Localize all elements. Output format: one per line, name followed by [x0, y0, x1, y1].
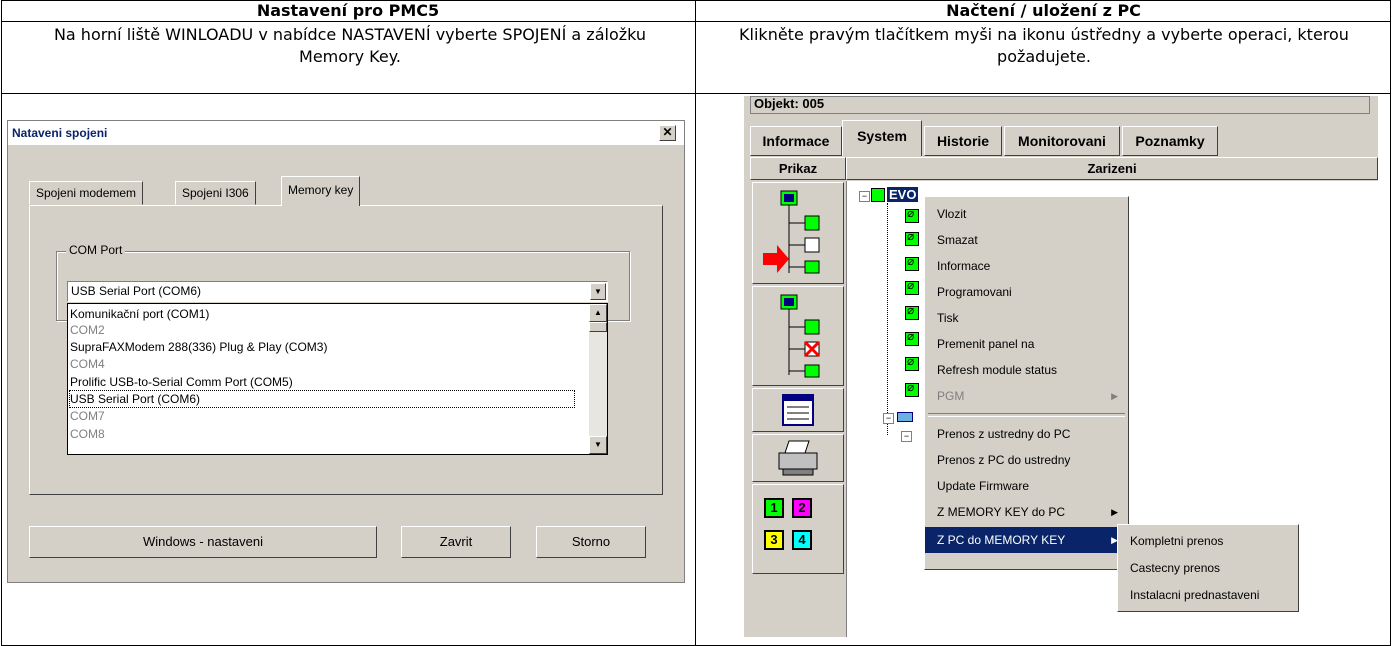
menu-item-smazat[interactable]: Smazat [925, 227, 1128, 253]
dialog-title: Nataveni spojeni [12, 126, 108, 140]
table-col-divider [695, 0, 696, 646]
menu-separator [928, 413, 1125, 417]
module-node-icon[interactable] [905, 354, 919, 371]
option-com4[interactable]: COM4 [70, 356, 105, 372]
winload-window: Objekt: 005 Informace System Historie Mo… [744, 96, 1378, 637]
module-node-icon[interactable] [905, 254, 919, 271]
com-port-label: COM Port [66, 243, 126, 257]
context-menu: Vlozit Smazat Informace Programovani Tis… [924, 196, 1129, 570]
dropdown-scrollbar[interactable]: ▲ ▼ [589, 304, 607, 454]
right-header: Načtení / uložení z PC [946, 1, 1141, 20]
com-port-dropdown-list: Komunikační port (COM1) COM2 SupraFAXMod… [67, 303, 608, 455]
document: Nastavení pro PMC5 Načtení / uložení z P… [0, 0, 1392, 646]
option-com6[interactable]: USB Serial Port (COM6) [69, 390, 575, 408]
module-node-icon[interactable] [905, 329, 919, 346]
left-header: Nastavení pro PMC5 [256, 1, 440, 20]
tab-memory-key[interactable]: Memory key [281, 176, 361, 206]
menu-item-upload-to-pc[interactable]: Prenos z ustredny do PC [925, 421, 1128, 447]
windows-settings-button[interactable]: Windows - nastaveni [29, 526, 377, 558]
menu-item-pgm[interactable]: PGM ▶ [925, 383, 1128, 409]
table-row-divider-1 [1, 21, 1391, 22]
close-button[interactable]: Zavrit [401, 526, 511, 558]
option-com3[interactable]: SupraFAXModem 288(336) Plug & Play (COM3… [70, 339, 327, 355]
submenu-item-partial[interactable]: Castecny prenos [1118, 555, 1298, 582]
module-node-icon[interactable] [905, 380, 919, 397]
scroll-thumb[interactable] [589, 322, 607, 332]
tree-expand-icon[interactable]: − [901, 431, 912, 442]
submenu-arrow-icon: ▶ [1111, 391, 1118, 401]
submenu-item-install-defaults[interactable]: Instalacni prednastaveni [1118, 582, 1298, 609]
submenu-arrow-icon: ▶ [1111, 507, 1118, 517]
close-icon[interactable]: ✕ [659, 125, 676, 141]
partition-2-button[interactable]: 2 [792, 498, 812, 518]
module-node-icon[interactable] [905, 278, 919, 295]
memory-key-submenu: Kompletni prenos Castecny prenos Instala… [1117, 524, 1299, 612]
menu-item-memory-key-to-pc[interactable]: Z MEMORY KEY do PC ▶ [925, 499, 1128, 525]
cancel-button[interactable]: Storno [536, 526, 646, 558]
delete-module-command-button[interactable] [752, 286, 844, 386]
menu-item-pc-to-memory-key[interactable]: Z PC do MEMORY KEY ▶ [925, 527, 1128, 553]
menu-item-change-panel[interactable]: Premenit panel na [925, 331, 1128, 357]
printer-icon [778, 440, 818, 476]
module-node-icon[interactable] [905, 303, 919, 320]
menu-item-refresh-status[interactable]: Refresh module status [925, 357, 1128, 383]
com-port-selected-value: USB Serial Port (COM6) [71, 284, 202, 298]
menu-item-pgm-label: PGM [937, 389, 965, 403]
tab-system[interactable]: System [842, 120, 922, 156]
dialog-titlebar[interactable]: Nataveni spojeni ✕ [8, 121, 684, 145]
right-description: Klikněte pravým tlačítkem myši na ikonu … [739, 25, 1349, 66]
tree-expand-icon[interactable]: − [859, 191, 870, 202]
transfer-icon [763, 190, 820, 274]
table-row-divider-2 [1, 93, 1391, 94]
command-column-header[interactable]: Prikaz [750, 157, 846, 180]
object-line: Objekt: 005 [750, 96, 1370, 114]
panel-node-icon[interactable] [871, 188, 885, 202]
partition-1-button[interactable]: 1 [764, 498, 784, 518]
menu-item-tisk[interactable]: Tisk [925, 305, 1128, 331]
module-node-icon[interactable] [905, 229, 919, 246]
tree-vertical-line [887, 203, 889, 435]
module-node-icon[interactable] [905, 206, 919, 223]
scroll-down-icon[interactable]: ▼ [589, 436, 607, 454]
option-com1[interactable]: Komunikační port (COM1) [70, 306, 209, 322]
menu-item-programovani[interactable]: Programovani [925, 279, 1128, 305]
command-toolbar: 1 2 3 4 [750, 181, 846, 637]
delete-module-icon [780, 294, 821, 378]
tab-monitorovani[interactable]: Monitorovani [1004, 126, 1120, 156]
partition-3-button[interactable]: 3 [764, 530, 784, 550]
com-port-select[interactable]: USB Serial Port (COM6) ▼ [67, 281, 608, 302]
menu-item-memory-key-to-pc-label: Z MEMORY KEY do PC [937, 505, 1066, 519]
tree-root-label[interactable]: EVO [887, 187, 919, 202]
tab-historie[interactable]: Historie [924, 126, 1002, 156]
scroll-up-icon[interactable]: ▲ [589, 304, 607, 322]
menu-item-pc-to-memory-key-label: Z PC do MEMORY KEY [937, 533, 1066, 547]
tree-expand-icon[interactable]: − [883, 413, 894, 424]
connection-settings-dialog: Nataveni spojeni ✕ Spojeni modemem Spoje… [7, 120, 685, 583]
option-com2[interactable]: COM2 [70, 322, 105, 338]
print-command-button[interactable] [752, 434, 844, 482]
tab-modem[interactable]: Spojeni modemem [29, 181, 144, 205]
chevron-down-icon[interactable]: ▼ [590, 283, 606, 300]
left-description: Na horní liště WINLOADU v nabídce NASTAV… [53, 25, 647, 66]
submenu-item-complete[interactable]: Kompletni prenos [1118, 528, 1298, 555]
menu-item-vlozit[interactable]: Vlozit [925, 201, 1128, 227]
tab-i306[interactable]: Spojeni I306 [175, 181, 256, 205]
menu-item-informace[interactable]: Informace [925, 253, 1128, 279]
partition-4-button[interactable]: 4 [792, 530, 812, 550]
option-com8[interactable]: COM8 [70, 426, 105, 442]
menu-item-update-firmware[interactable]: Update Firmware [925, 473, 1128, 499]
info-sheet-icon [782, 394, 814, 426]
tab-poznamky[interactable]: Poznamky [1122, 126, 1218, 156]
info-command-button[interactable] [752, 388, 844, 432]
menu-item-download-to-panel[interactable]: Prenos z PC do ustredny [925, 447, 1128, 473]
bus-node-icon[interactable] [897, 412, 913, 422]
device-column-header[interactable]: Zarizeni [846, 157, 1378, 180]
option-com7[interactable]: COM7 [70, 408, 105, 424]
tab-informace[interactable]: Informace [750, 126, 842, 156]
transfer-command-button[interactable] [752, 182, 844, 284]
option-com5[interactable]: Prolific USB-to-Serial Comm Port (COM5) [70, 374, 293, 390]
